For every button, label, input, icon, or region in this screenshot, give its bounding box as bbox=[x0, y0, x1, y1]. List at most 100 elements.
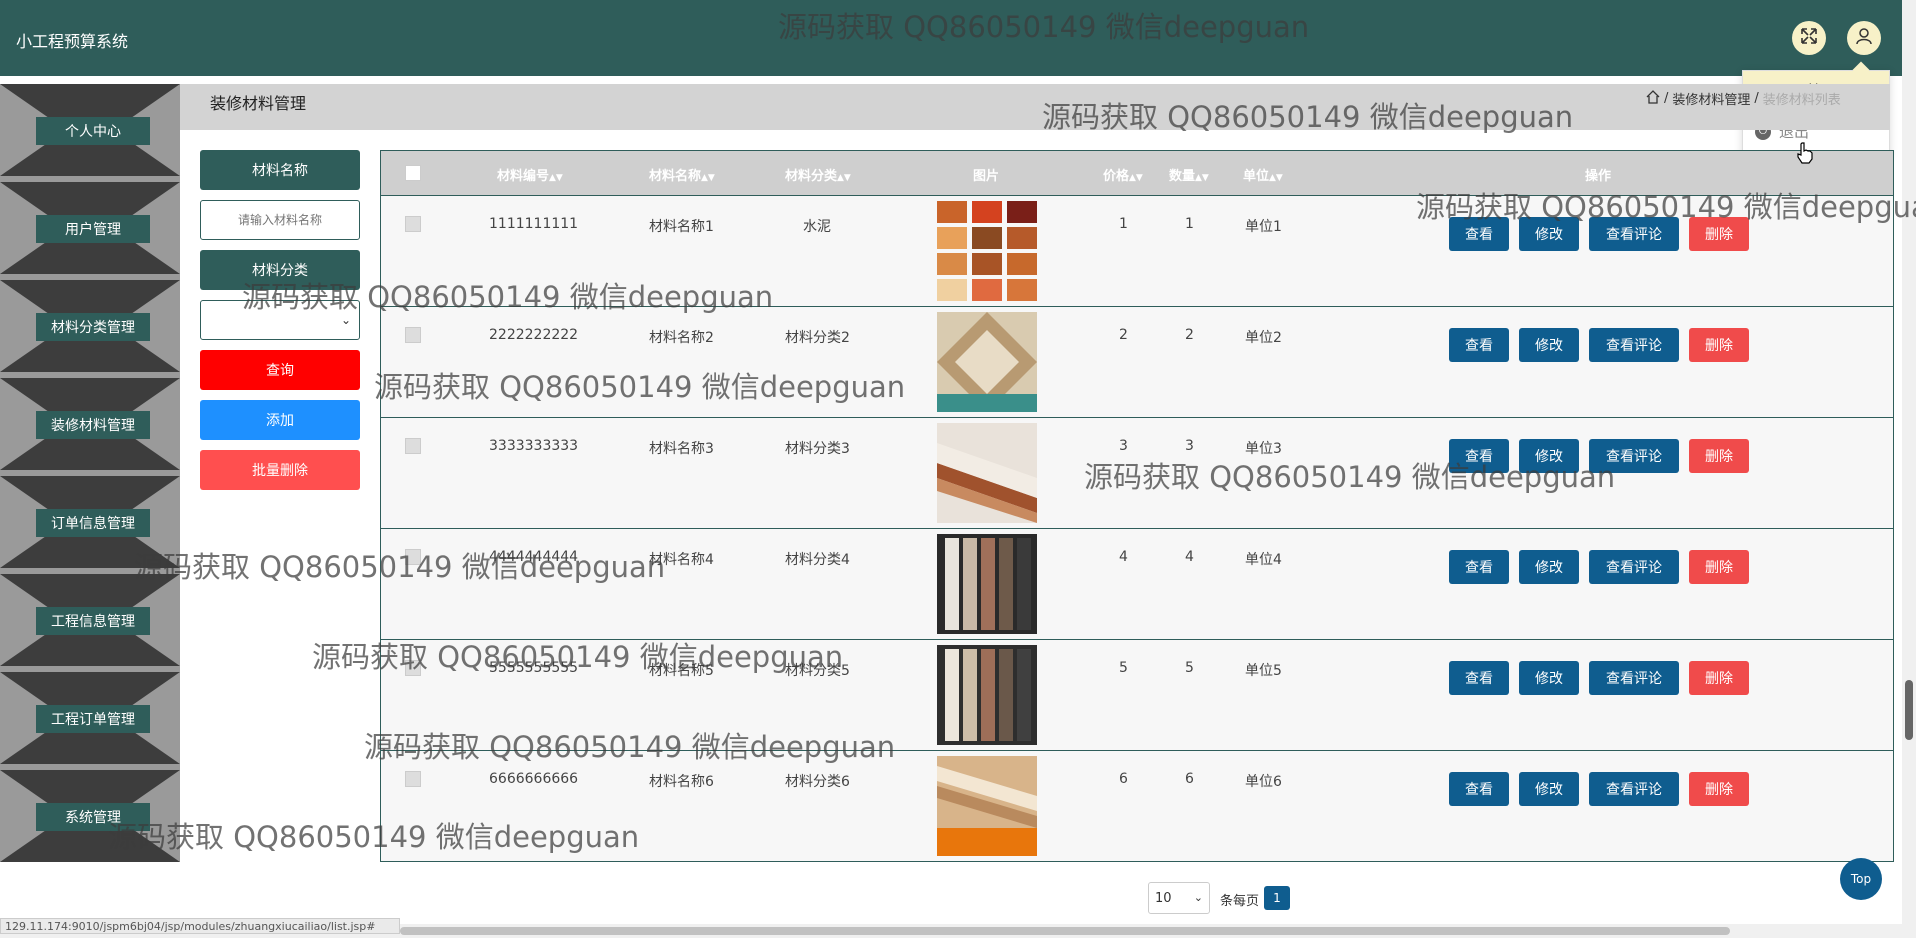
edit-button[interactable]: 修改 bbox=[1519, 217, 1579, 251]
row-checkbox[interactable] bbox=[405, 438, 421, 454]
edit-button[interactable]: 修改 bbox=[1519, 439, 1579, 473]
sidebar-item-label: 个人中心 bbox=[36, 117, 150, 145]
header-code[interactable]: 材料编号▲▼ bbox=[497, 165, 563, 184]
delete-button[interactable]: 删除 bbox=[1689, 550, 1749, 584]
header-label: 材料分类 bbox=[785, 169, 838, 184]
delete-button[interactable]: 删除 bbox=[1689, 328, 1749, 362]
vertical-scrollbar[interactable] bbox=[1902, 0, 1916, 924]
chevron-down-icon: ⌄ bbox=[340, 313, 351, 327]
sidebar-item-orders[interactable]: 订单信息管理 bbox=[0, 476, 180, 568]
delete-button[interactable]: 删除 bbox=[1689, 439, 1749, 473]
material-category-select[interactable]: ⌄ bbox=[200, 300, 360, 340]
cell-unit: 单位2 bbox=[1245, 330, 1282, 346]
fullscreen-button[interactable] bbox=[1792, 21, 1826, 55]
per-page-label: 条每页 bbox=[1220, 894, 1260, 909]
cell-unit: 单位3 bbox=[1245, 441, 1282, 457]
edit-button[interactable]: 修改 bbox=[1519, 772, 1579, 806]
view-comments-button[interactable]: 查看评论 bbox=[1589, 439, 1679, 473]
row-checkbox[interactable] bbox=[405, 771, 421, 787]
home-icon[interactable] bbox=[1646, 89, 1660, 108]
view-comments-button[interactable]: 查看评论 bbox=[1589, 328, 1679, 362]
cell-code: 4444444444 bbox=[489, 549, 579, 565]
header-category[interactable]: 材料分类▲▼ bbox=[785, 165, 851, 184]
cell-code: 3333333333 bbox=[489, 438, 579, 454]
view-button[interactable]: 查看 bbox=[1449, 550, 1509, 584]
edit-button[interactable]: 修改 bbox=[1519, 661, 1579, 695]
batch-delete-button[interactable]: 批量删除 bbox=[200, 450, 360, 490]
delete-button[interactable]: 删除 bbox=[1689, 772, 1749, 806]
user-icon bbox=[1854, 26, 1874, 51]
sort-icon: ▲▼ bbox=[1269, 173, 1283, 183]
breadcrumb-sub: 装修材料列表 bbox=[1762, 93, 1841, 108]
horizontal-scroll-thumb[interactable] bbox=[400, 927, 1730, 935]
cell-name: 材料名称2 bbox=[649, 330, 714, 346]
material-name-input[interactable] bbox=[200, 200, 360, 240]
sidebar-item-profile[interactable]: 个人中心 bbox=[0, 84, 180, 176]
table-row: 6666666666 材料名称6 材料分类6 6 6 单位6 查看 修改 查看评… bbox=[381, 750, 1893, 861]
edit-button[interactable]: 修改 bbox=[1519, 550, 1579, 584]
view-button[interactable]: 查看 bbox=[1449, 217, 1509, 251]
header-label: 材料名称 bbox=[649, 169, 702, 184]
cell-unit: 单位5 bbox=[1245, 663, 1282, 679]
cell-code: 5555555555 bbox=[489, 660, 579, 676]
table-header: 材料编号▲▼ 材料名称▲▼ 材料分类▲▼ 图片 价格▲▼ 数量▲▼ 单位▲▼ 操… bbox=[381, 151, 1893, 195]
sidebar-item-label: 装修材料管理 bbox=[36, 411, 150, 439]
sort-icon: ▲▼ bbox=[549, 173, 563, 183]
add-button[interactable]: 添加 bbox=[200, 400, 360, 440]
cell-price: 2 bbox=[1119, 327, 1128, 343]
user-avatar-button[interactable] bbox=[1847, 21, 1881, 55]
select-all-checkbox[interactable] bbox=[405, 165, 421, 181]
row-checkbox[interactable] bbox=[405, 327, 421, 343]
header-name[interactable]: 材料名称▲▼ bbox=[649, 165, 715, 184]
view-button[interactable]: 查看 bbox=[1449, 661, 1509, 695]
table-row: 2222222222 材料名称2 材料分类2 2 2 单位2 查看 修改 查看评… bbox=[381, 306, 1893, 417]
delete-button[interactable]: 删除 bbox=[1689, 217, 1749, 251]
view-button[interactable]: 查看 bbox=[1449, 772, 1509, 806]
sidebar-item-project-orders[interactable]: 工程订单管理 bbox=[0, 672, 180, 764]
sidebar-item-projects[interactable]: 工程信息管理 bbox=[0, 574, 180, 666]
edit-button[interactable]: 修改 bbox=[1519, 328, 1579, 362]
page-size-value: 10 bbox=[1155, 890, 1172, 906]
cell-code: 1111111111 bbox=[489, 216, 579, 232]
header-qty[interactable]: 数量▲▼ bbox=[1169, 165, 1209, 184]
sidebar: 个人中心 用户管理 材料分类管理 装修材料管理 订单信息管理 工程信息管理 工程… bbox=[0, 84, 180, 862]
material-image bbox=[937, 534, 1037, 634]
sidebar-item-system[interactable]: 系统管理 bbox=[0, 770, 180, 862]
header-actions: 操作 bbox=[1585, 169, 1612, 184]
header-price[interactable]: 价格▲▼ bbox=[1103, 165, 1143, 184]
row-checkbox[interactable] bbox=[405, 549, 421, 565]
material-image bbox=[937, 645, 1037, 745]
cell-unit: 单位6 bbox=[1245, 774, 1282, 790]
page-button[interactable]: 1 bbox=[1264, 886, 1290, 910]
row-checkbox[interactable] bbox=[405, 660, 421, 676]
delete-button[interactable]: 删除 bbox=[1689, 661, 1749, 695]
row-checkbox[interactable] bbox=[405, 216, 421, 232]
cell-qty: 3 bbox=[1185, 438, 1194, 454]
sort-icon: ▲▼ bbox=[1195, 173, 1209, 183]
view-comments-button[interactable]: 查看评论 bbox=[1589, 661, 1679, 695]
sidebar-item-material-category[interactable]: 材料分类管理 bbox=[0, 280, 180, 372]
view-comments-button[interactable]: 查看评论 bbox=[1589, 772, 1679, 806]
page-size-select[interactable]: 10 ⌄ bbox=[1148, 882, 1210, 914]
breadcrumb: / 装修材料管理 / 装修材料列表 bbox=[1646, 89, 1841, 108]
status-url: 129.11.174:9010/jspm6bj04/jsp/modules/zh… bbox=[0, 918, 400, 934]
vertical-scroll-thumb[interactable] bbox=[1905, 680, 1913, 740]
cell-price: 3 bbox=[1119, 438, 1128, 454]
header-label: 数量 bbox=[1169, 169, 1196, 184]
breadcrumb-current[interactable]: 装修材料管理 bbox=[1672, 89, 1750, 108]
view-comments-button[interactable]: 查看评论 bbox=[1589, 550, 1679, 584]
sidebar-item-users[interactable]: 用户管理 bbox=[0, 182, 180, 274]
view-button[interactable]: 查看 bbox=[1449, 328, 1509, 362]
back-to-top-button[interactable]: Top bbox=[1840, 858, 1882, 900]
sidebar-item-decoration-material[interactable]: 装修材料管理 bbox=[0, 378, 180, 470]
cell-name: 材料名称6 bbox=[649, 774, 714, 790]
material-image bbox=[937, 756, 1037, 856]
view-comments-button[interactable]: 查看评论 bbox=[1589, 217, 1679, 251]
view-button[interactable]: 查看 bbox=[1449, 439, 1509, 473]
cell-category: 材料分类4 bbox=[785, 552, 850, 568]
sidebar-item-label: 材料分类管理 bbox=[36, 313, 150, 341]
search-button[interactable]: 查询 bbox=[200, 350, 360, 390]
header-unit[interactable]: 单位▲▼ bbox=[1243, 165, 1283, 184]
cell-qty: 2 bbox=[1185, 327, 1194, 343]
material-image bbox=[937, 423, 1037, 523]
